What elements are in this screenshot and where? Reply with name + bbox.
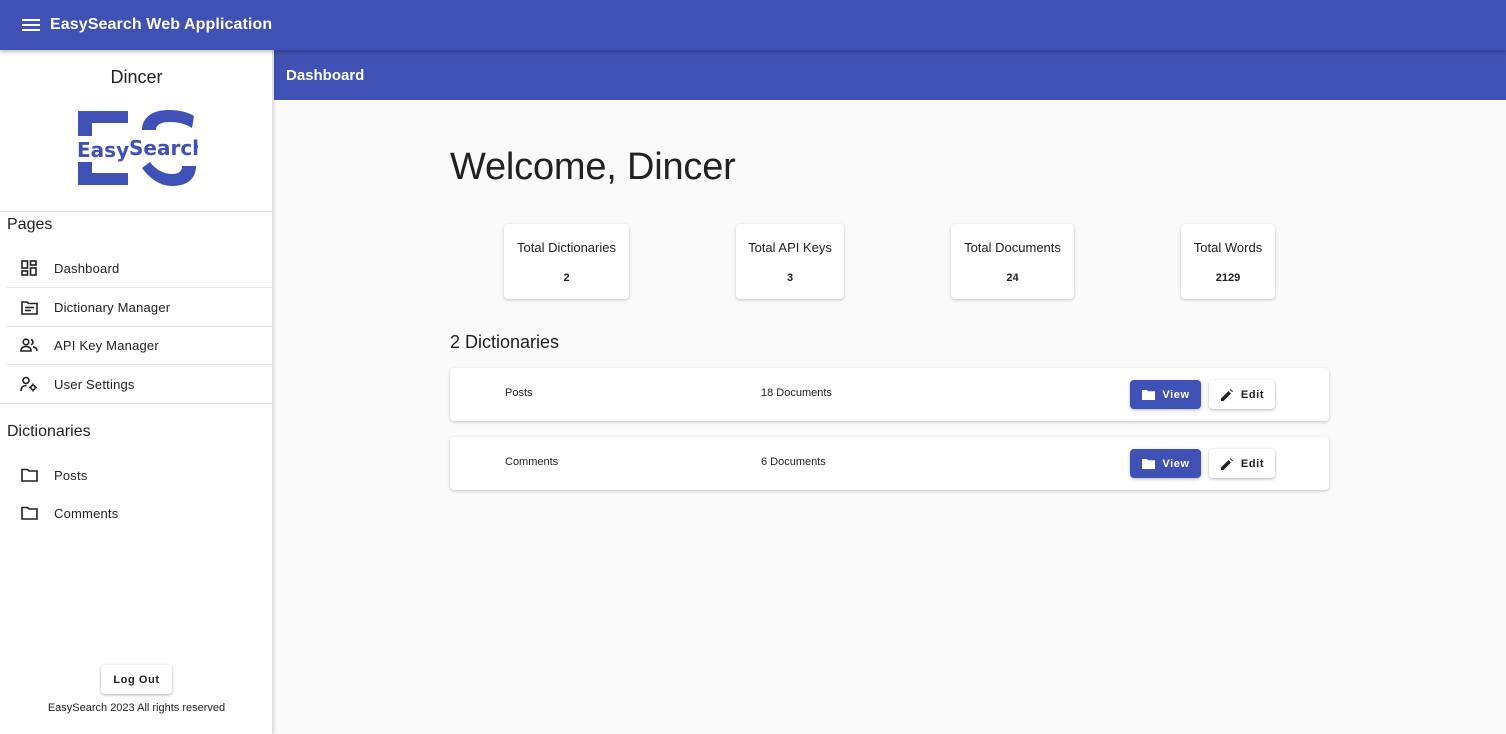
dashboard-icon bbox=[20, 259, 38, 277]
stat-label: Total API Keys bbox=[748, 240, 832, 255]
view-button[interactable]: View bbox=[1130, 449, 1201, 478]
sidebar-item-dictionary-manager[interactable]: Dictionary Manager bbox=[0, 288, 273, 326]
stat-card-total-documents: Total Documents 24 bbox=[951, 224, 1074, 299]
stat-value: 24 bbox=[1006, 272, 1019, 284]
pencil-icon bbox=[1220, 388, 1234, 402]
welcome-heading: Welcome, Dincer bbox=[450, 146, 736, 188]
dictionaries-heading: 2 Dictionaries bbox=[450, 332, 560, 352]
copyright-text: EasySearch 2023 All rights reserved bbox=[47, 702, 226, 714]
folder-icon bbox=[20, 466, 38, 484]
view-button-label: View bbox=[1162, 457, 1190, 470]
sidebar-item-comments[interactable]: Comments bbox=[0, 494, 273, 532]
app-title: EasySearch Web Application bbox=[50, 16, 273, 33]
stat-card-total-api-keys: Total API Keys 3 bbox=[736, 224, 844, 299]
edit-button-label: Edit bbox=[1240, 388, 1265, 401]
sidebar-item-posts[interactable]: Posts bbox=[0, 456, 273, 494]
stat-card-total-words: Total Words 2129 bbox=[1181, 224, 1275, 299]
stat-label: Total Dictionaries bbox=[517, 240, 616, 255]
dictionary-doc-count: 18 Documents bbox=[761, 387, 832, 399]
dictionary-name: Posts bbox=[505, 387, 533, 399]
folder-icon bbox=[1141, 388, 1155, 402]
logo-text-easy: Easy bbox=[77, 138, 129, 162]
folder-icon bbox=[1141, 457, 1155, 471]
edit-button[interactable]: Edit bbox=[1209, 380, 1275, 409]
page-title: Dashboard bbox=[286, 66, 365, 84]
sidebar-divider bbox=[0, 403, 273, 404]
sidebar-item-label: Comments bbox=[54, 505, 119, 521]
sidebar-item-label: Dictionary Manager bbox=[54, 299, 171, 315]
dictionary-row-comments: Comments 6 Documents View Edit bbox=[450, 437, 1329, 490]
user-settings-icon bbox=[20, 375, 38, 393]
stat-label: Total Documents bbox=[964, 240, 1061, 255]
logo-text-search: Search bbox=[129, 136, 198, 160]
menu-icon[interactable] bbox=[19, 13, 43, 37]
dictionary-doc-count: 6 Documents bbox=[761, 456, 826, 468]
stat-value: 2129 bbox=[1215, 272, 1241, 284]
pencil-icon bbox=[1220, 457, 1234, 471]
sidebar-divider bbox=[0, 211, 273, 212]
people-icon bbox=[20, 336, 38, 354]
view-button-label: View bbox=[1162, 388, 1190, 401]
dictionary-row-posts: Posts 18 Documents View Edit bbox=[450, 368, 1329, 421]
logout-button[interactable]: Log Out bbox=[101, 665, 172, 694]
stat-value: 3 bbox=[786, 272, 794, 284]
sidebar-item-label: Dashboard bbox=[54, 260, 120, 276]
sidebar-user-name: Dincer bbox=[110, 67, 163, 87]
sidebar-item-dashboard[interactable]: Dashboard bbox=[0, 249, 273, 287]
sidebar: Dincer Easy Search Pages Dashboard Dicti… bbox=[0, 50, 273, 734]
pages-section-title: Pages bbox=[7, 216, 53, 233]
app-bar: EasySearch Web Application bbox=[0, 0, 1506, 50]
easysearch-logo: Easy Search bbox=[76, 110, 198, 186]
folder-list-icon bbox=[20, 298, 38, 316]
view-button[interactable]: View bbox=[1130, 380, 1201, 409]
sidebar-item-label: API Key Manager bbox=[54, 337, 159, 353]
page-toolbar: Dashboard bbox=[274, 50, 1506, 100]
edit-button-label: Edit bbox=[1240, 457, 1265, 470]
folder-icon bbox=[20, 504, 38, 522]
sidebar-item-label: User Settings bbox=[54, 376, 135, 392]
stat-card-total-dictionaries: Total Dictionaries 2 bbox=[504, 224, 629, 299]
stat-label: Total Words bbox=[1193, 240, 1263, 255]
stat-value: 2 bbox=[563, 272, 570, 284]
sidebar-item-label: Posts bbox=[54, 467, 88, 483]
sidebar-item-api-key-manager[interactable]: API Key Manager bbox=[0, 326, 273, 364]
dictionaries-section-title: Dictionaries bbox=[7, 423, 91, 440]
sidebar-item-user-settings[interactable]: User Settings bbox=[0, 365, 273, 403]
edit-button[interactable]: Edit bbox=[1209, 449, 1275, 478]
dictionary-name: Comments bbox=[505, 456, 559, 468]
